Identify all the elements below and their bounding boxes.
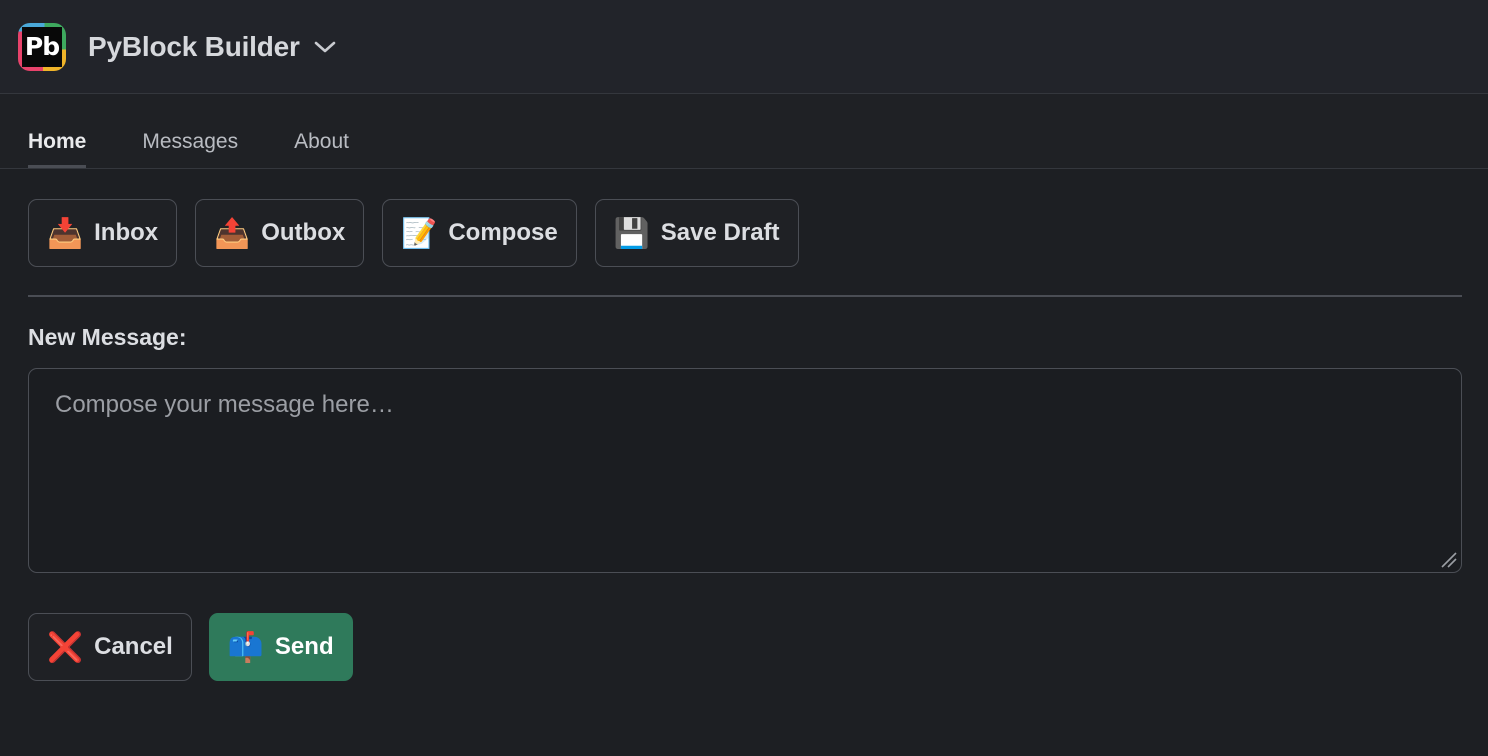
memo-pencil-icon: 📝 <box>401 215 438 250</box>
tab-bar: Home Messages About <box>0 94 1488 169</box>
outbox-button[interactable]: 📤 Outbox <box>195 199 365 267</box>
main-content: 📥 Inbox 📤 Outbox 📝 Compose 💾 Save Draft … <box>0 169 1488 681</box>
section-divider <box>28 295 1462 297</box>
mail-action-toolbar: 📥 Inbox 📤 Outbox 📝 Compose 💾 Save Draft <box>28 199 1460 267</box>
inbox-button-label: Inbox <box>94 219 159 246</box>
cancel-button-label: Cancel <box>94 633 173 660</box>
cancel-button[interactable]: ❌ Cancel <box>28 613 192 681</box>
outbox-button-label: Outbox <box>261 219 346 246</box>
new-message-label: New Message: <box>28 324 187 350</box>
floppy-disk-icon: 💾 <box>613 215 650 250</box>
save-draft-button[interactable]: 💾 Save Draft <box>594 199 799 267</box>
app-header: Pb PyBlock Builder <box>0 0 1488 94</box>
tab-about[interactable]: About <box>294 131 349 168</box>
message-input[interactable] <box>28 368 1462 573</box>
tab-messages[interactable]: Messages <box>142 131 238 168</box>
mailbox-icon: 📫 <box>227 629 264 664</box>
logo-label: Pb <box>24 32 60 61</box>
page-title: PyBlock Builder <box>88 30 300 62</box>
inbox-tray-icon: 📥 <box>47 215 84 250</box>
logo-inner: Pb <box>22 26 62 67</box>
chevron-down-icon[interactable] <box>314 40 336 54</box>
form-action-row: ❌ Cancel 📫 Send <box>28 613 1460 681</box>
message-field-wrapper <box>28 368 1462 573</box>
save-draft-button-label: Save Draft <box>660 219 780 246</box>
compose-button[interactable]: 📝 Compose <box>382 199 577 267</box>
send-button-label: Send <box>274 633 334 660</box>
pyblock-logo: Pb <box>18 22 66 71</box>
outbox-tray-icon: 📤 <box>214 215 251 250</box>
send-button[interactable]: 📫 Send <box>208 613 353 681</box>
cross-mark-icon: ❌ <box>47 629 84 664</box>
compose-button-label: Compose <box>448 219 558 246</box>
tab-home[interactable]: Home <box>28 131 87 168</box>
inbox-button[interactable]: 📥 Inbox <box>28 199 178 267</box>
